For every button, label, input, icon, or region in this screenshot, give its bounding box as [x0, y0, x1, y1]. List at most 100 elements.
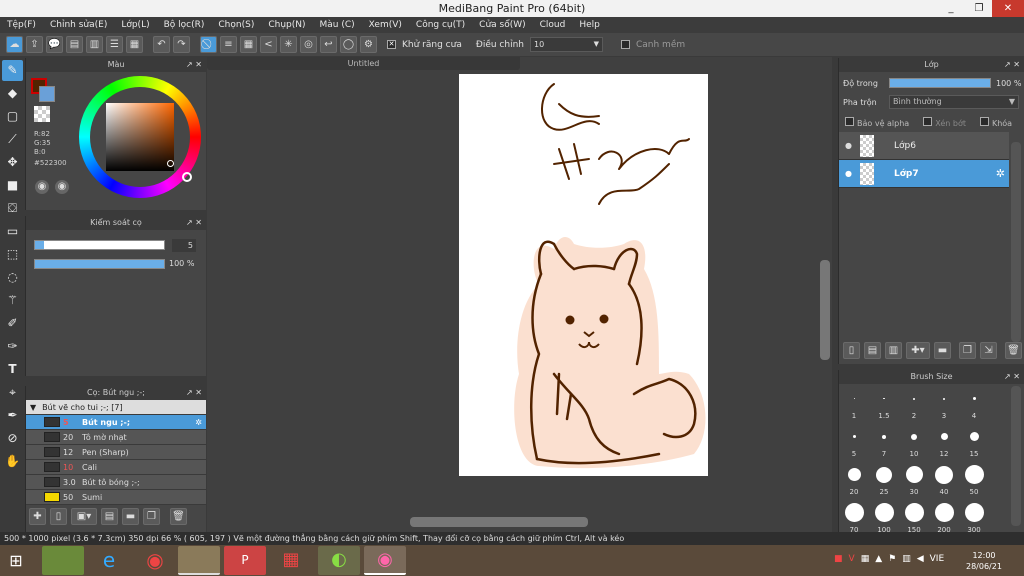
- brush-menu-icon[interactable]: ▣▾: [71, 508, 97, 525]
- rect-select-icon[interactable]: ⬚: [2, 244, 23, 265]
- medibang-taskbar-icon[interactable]: ◉: [364, 546, 406, 575]
- trash-icon[interactable]: 🗑: [170, 508, 187, 525]
- canvas-tab[interactable]: Untitled: [207, 57, 520, 70]
- brush-size-option[interactable]: 10: [899, 423, 929, 461]
- menu-help[interactable]: Help: [572, 17, 607, 33]
- antialias-checkbox[interactable]: ✕: [387, 40, 396, 49]
- snap-settings-icon[interactable]: ⚙: [360, 36, 377, 53]
- line-tool-icon[interactable]: ⟋: [2, 129, 23, 150]
- new-brush-icon[interactable]: ▯: [50, 508, 67, 525]
- cross-snap-icon[interactable]: ▦: [240, 36, 257, 53]
- tray-network-icon[interactable]: ▥: [902, 554, 911, 564]
- drawing-canvas[interactable]: [459, 74, 708, 476]
- brush-tool-icon[interactable]: ✎: [2, 60, 23, 81]
- new-8bit-layer-icon[interactable]: ▥: [885, 342, 902, 359]
- panel-close-icon[interactable]: ↗ ✕: [186, 386, 202, 400]
- brush-size-option[interactable]: 7: [869, 423, 899, 461]
- palette-alt-icon[interactable]: ◉: [55, 180, 69, 194]
- gear-icon[interactable]: ✲: [996, 167, 1005, 180]
- protect-alpha-checkbox[interactable]: Bảo vệ alpha: [845, 117, 909, 128]
- smooth-checkbox[interactable]: [620, 40, 630, 49]
- tray-arrow-icon[interactable]: ▲: [875, 554, 882, 564]
- tray-app2-icon[interactable]: ▦: [861, 554, 870, 564]
- panel-close-icon[interactable]: ↗ ✕: [186, 216, 202, 230]
- circle-snap-icon[interactable]: ◎: [300, 36, 317, 53]
- lock-checkbox[interactable]: Khóa: [979, 117, 1012, 128]
- tray-flag-icon[interactable]: ⚑: [888, 554, 896, 564]
- gradient-tool-icon[interactable]: ▭: [2, 221, 23, 242]
- eraser-tool-icon[interactable]: ◆: [2, 83, 23, 104]
- blend-mode-dropdown[interactable]: Bình thường ▼: [889, 95, 1019, 109]
- list-icon[interactable]: ☰: [106, 36, 123, 53]
- clip-checkbox[interactable]: Xén bớt: [923, 117, 966, 128]
- add-layer-menu-icon[interactable]: ✚▾: [906, 342, 930, 359]
- tray-language[interactable]: VIE: [930, 554, 945, 564]
- tray-v-icon[interactable]: V: [849, 554, 855, 564]
- fill-rect-tool-icon[interactable]: ■: [2, 175, 23, 196]
- close-button[interactable]: ✕: [992, 0, 1024, 17]
- cloud-icon[interactable]: ☁: [6, 36, 23, 53]
- menu-view[interactable]: Xem(V): [362, 17, 409, 33]
- document-icon[interactable]: ▥: [86, 36, 103, 53]
- add-brush-icon[interactable]: ✚: [29, 508, 46, 525]
- tray-clock[interactable]: 12:00 28/06/21: [966, 550, 1002, 572]
- brush-size-option[interactable]: 4: [959, 385, 989, 423]
- hand-tool-icon[interactable]: ✋: [2, 451, 23, 472]
- menu-select[interactable]: Chọn(S): [211, 17, 261, 33]
- layer-scrollbar[interactable]: [1011, 142, 1021, 342]
- vertical-scrollbar[interactable]: [820, 260, 830, 360]
- horizontal-scrollbar[interactable]: [410, 517, 588, 527]
- duplicate-icon[interactable]: ❐: [143, 508, 160, 525]
- gear-icon[interactable]: ✲: [195, 418, 202, 427]
- menu-filter[interactable]: Bộ lọc(R): [157, 17, 212, 33]
- brush-item[interactable]: 50 Sumi: [26, 490, 206, 505]
- message-icon[interactable]: ▤: [66, 36, 83, 53]
- menu-cloud[interactable]: Cloud: [533, 17, 573, 33]
- lasso-select-icon[interactable]: ◌: [2, 267, 23, 288]
- share-icon[interactable]: ⇪: [26, 36, 43, 53]
- menu-snap[interactable]: Chụp(N): [261, 17, 312, 33]
- merge-layer-icon[interactable]: ⇲: [980, 342, 997, 359]
- menu-window[interactable]: Cửa sổ(W): [472, 17, 532, 33]
- brush-size-option[interactable]: 1.5: [869, 385, 899, 423]
- layer-folder-icon[interactable]: ▬: [934, 342, 951, 359]
- brush-size-option[interactable]: 30: [899, 461, 929, 499]
- divide-tool-icon[interactable]: ⌖: [2, 382, 23, 403]
- palette-icon[interactable]: ◉: [35, 180, 49, 194]
- text-tool-icon[interactable]: T: [2, 359, 23, 380]
- layer-opacity-slider[interactable]: [889, 78, 991, 88]
- folder-icon[interactable]: ▬: [122, 508, 139, 525]
- sub-color-swatch[interactable]: [39, 86, 55, 102]
- transparent-color-swatch[interactable]: [34, 106, 50, 122]
- undo-icon[interactable]: ↶: [153, 36, 170, 53]
- bucket-tool-icon[interactable]: ⛋: [2, 198, 23, 219]
- grid-icon[interactable]: ▦: [126, 36, 143, 53]
- delete-layer-icon[interactable]: 🗑: [1005, 342, 1022, 359]
- brush-size-option[interactable]: 12: [929, 423, 959, 461]
- brush-size-option[interactable]: 2: [899, 385, 929, 423]
- hue-wheel[interactable]: [79, 76, 201, 198]
- windows-start-icon[interactable]: ⊞: [6, 551, 26, 571]
- duplicate-layer-icon[interactable]: ❐: [959, 342, 976, 359]
- hue-marker[interactable]: [182, 172, 192, 182]
- panel-close-icon[interactable]: ↗ ✕: [1004, 370, 1020, 384]
- brush-opacity-slider[interactable]: [34, 259, 165, 269]
- brush-settings-icon[interactable]: ▤: [101, 508, 118, 525]
- no-snap-icon[interactable]: ⃠: [200, 36, 217, 53]
- new-halftone-layer-icon[interactable]: ▤: [864, 342, 881, 359]
- eyedropper-tool-icon[interactable]: ⊘: [2, 428, 23, 449]
- panel-close-icon[interactable]: ↗ ✕: [186, 58, 202, 72]
- select-eraser-icon[interactable]: ✑: [2, 336, 23, 357]
- eye-icon[interactable]: ●: [845, 169, 852, 178]
- brush-size-option[interactable]: 5: [839, 423, 869, 461]
- brush-size-option[interactable]: 50: [959, 461, 989, 499]
- bluestacks-taskbar-icon[interactable]: [42, 546, 84, 575]
- pen-tool-icon[interactable]: ✒: [2, 405, 23, 426]
- ie-taskbar-icon[interactable]: e: [88, 546, 130, 575]
- redo-icon[interactable]: ↷: [173, 36, 190, 53]
- menu-layer[interactable]: Lớp(L): [114, 17, 156, 33]
- brush-size-option[interactable]: 20: [839, 461, 869, 499]
- new-layer-icon[interactable]: ▯: [843, 342, 860, 359]
- brush-size-slider[interactable]: [34, 240, 165, 250]
- brush-size-option[interactable]: 40: [929, 461, 959, 499]
